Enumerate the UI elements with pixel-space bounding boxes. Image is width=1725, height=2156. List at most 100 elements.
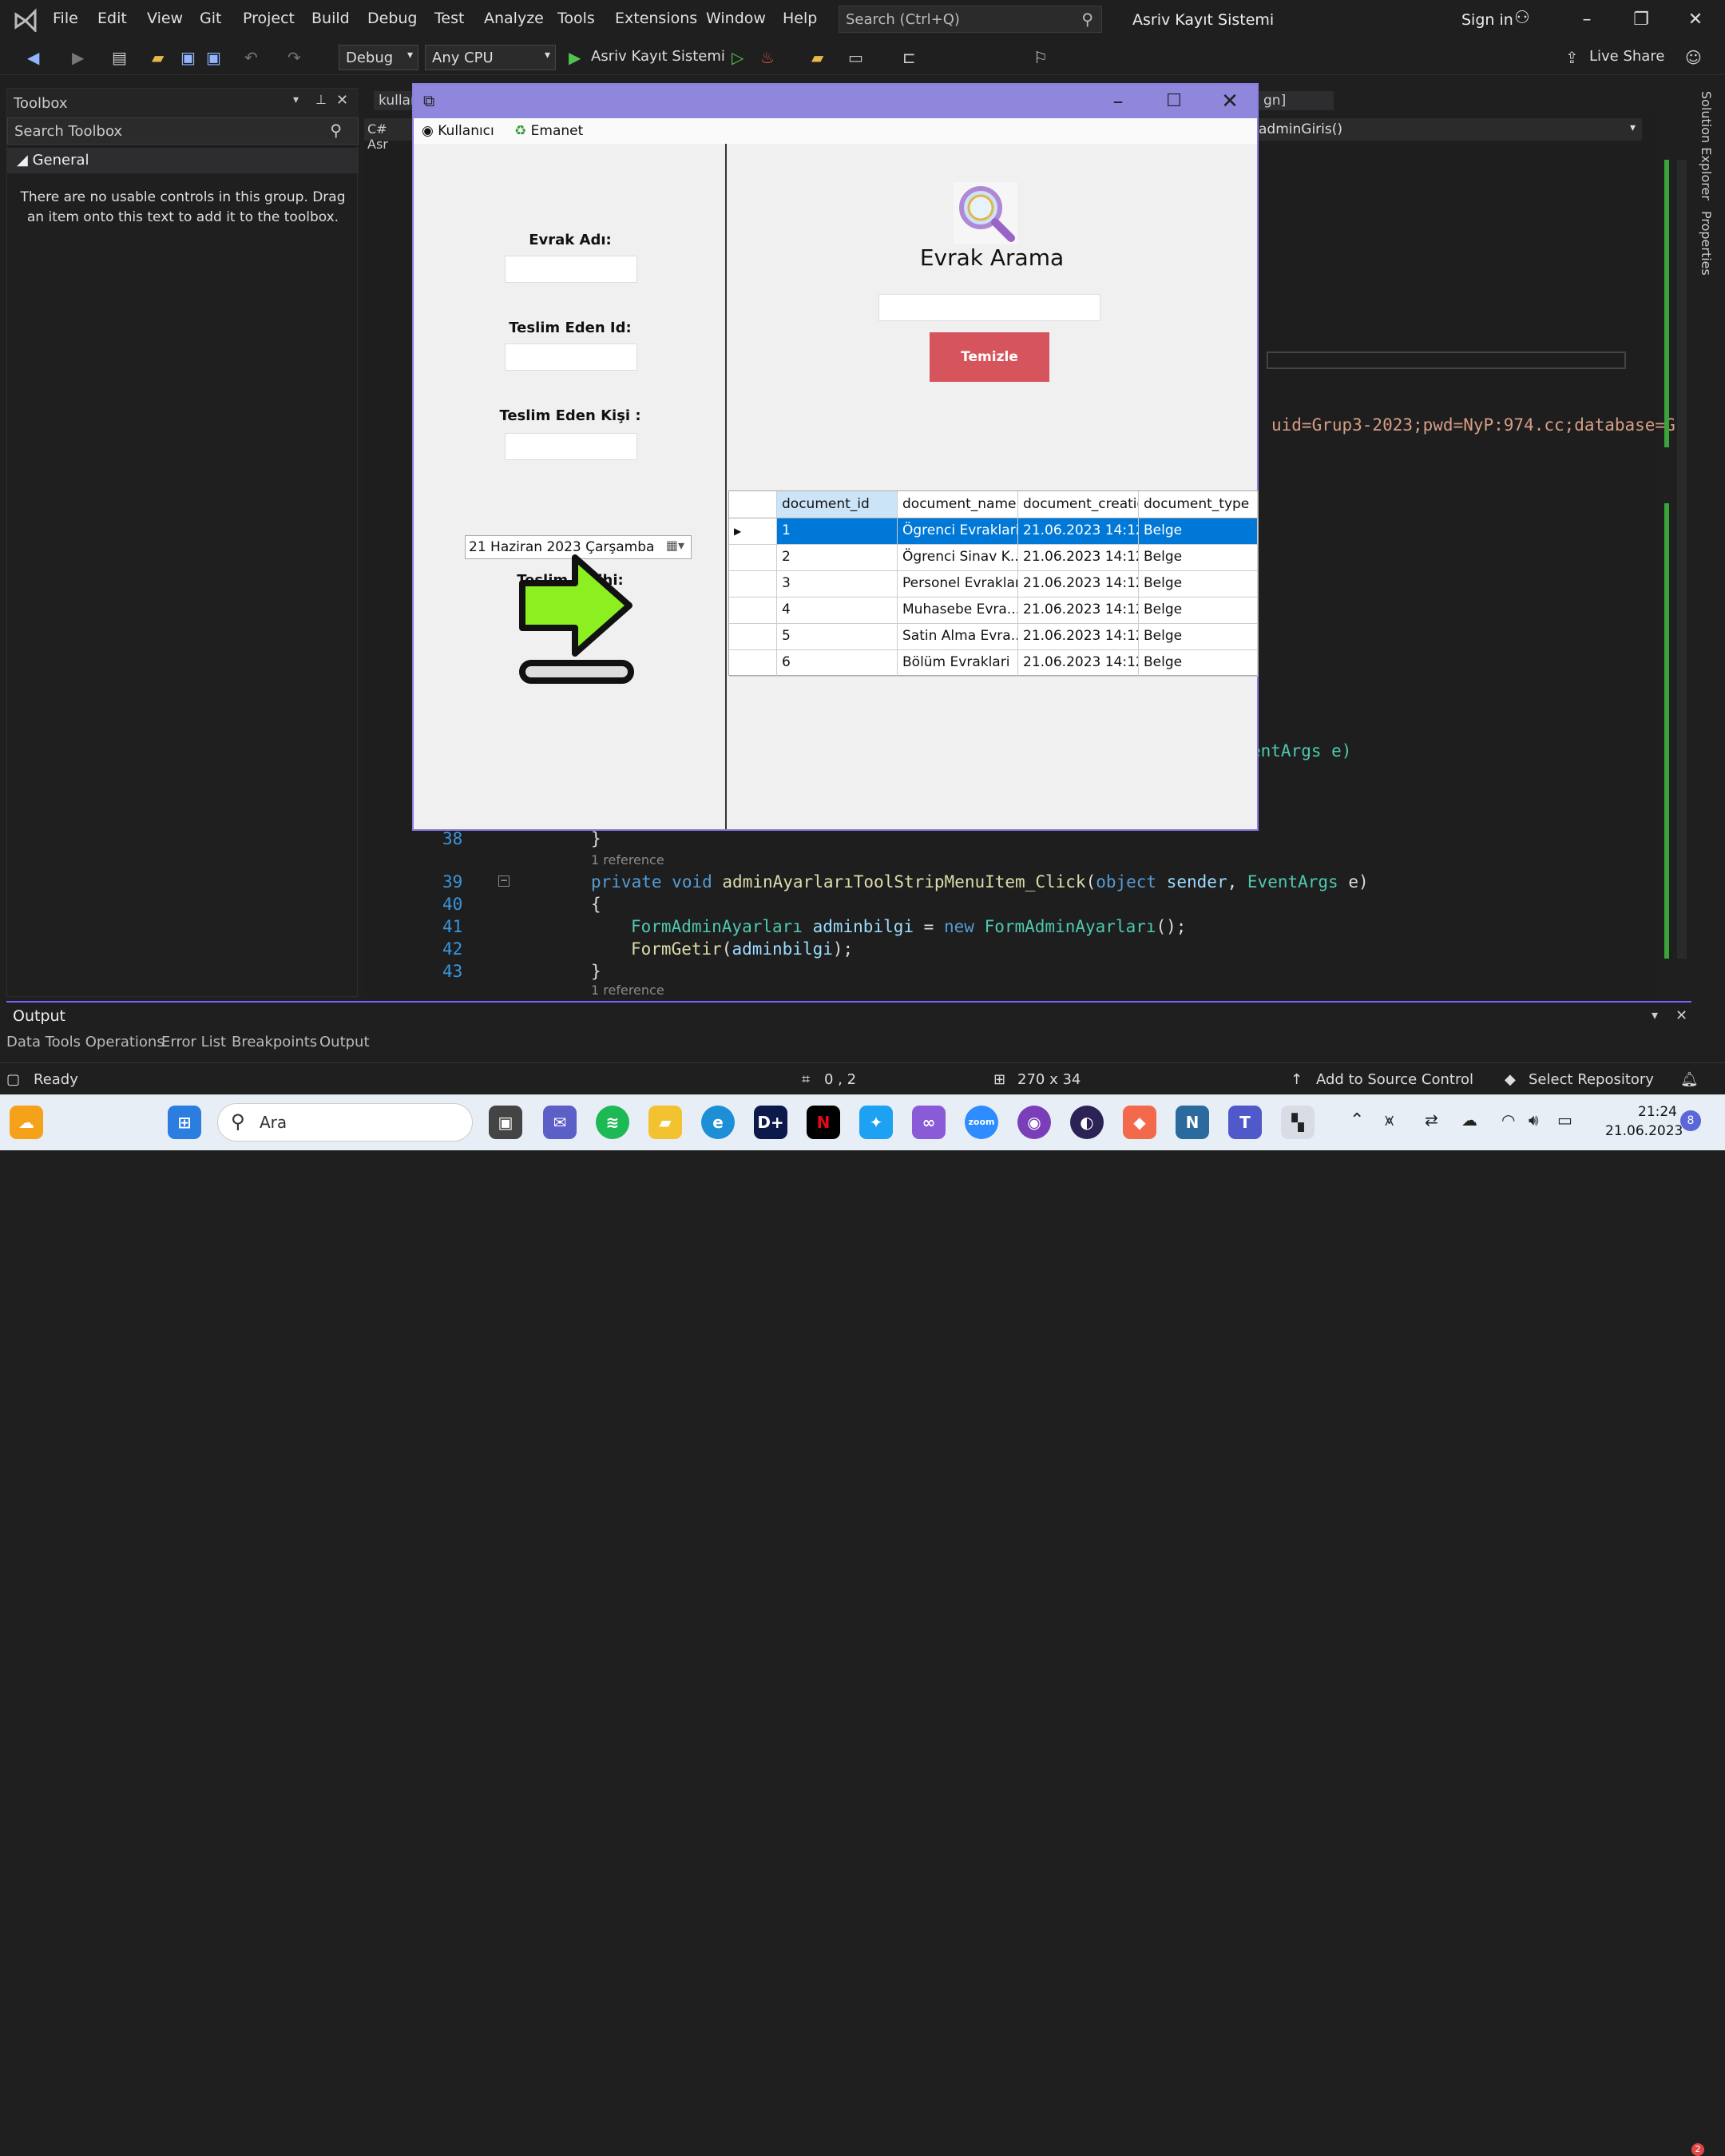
volume-icon[interactable]: 🔊︎ (1529, 1110, 1539, 1130)
edge-icon[interactable]: e (701, 1106, 735, 1139)
cell-document-name[interactable]: Satin Alma Evra... (898, 624, 1018, 650)
cell-document-creation[interactable]: 21.06.2023 14:12 (1018, 518, 1139, 545)
twitter-icon[interactable]: ✦ (859, 1106, 893, 1139)
hot-reload-icon[interactable]: ♨ (760, 48, 775, 67)
tray-app-icon[interactable]: ⩙ (1385, 1110, 1394, 1130)
menu-window[interactable]: Window (706, 10, 766, 27)
new-project-icon[interactable]: ▤ (112, 48, 127, 67)
cell-document-creation[interactable]: 21.06.2023 14:12 (1018, 650, 1139, 677)
menu-test[interactable]: Test (434, 10, 464, 27)
cell-document-creation[interactable]: 21.06.2023 14:12 (1018, 571, 1139, 598)
form-maximize-button[interactable]: ☐ (1150, 86, 1198, 117)
cell-document-name[interactable]: Ögrenci Sinav K... (898, 545, 1018, 571)
folder-icon[interactable]: ▰ (811, 48, 823, 67)
temizle-button[interactable]: Temizle (930, 332, 1049, 382)
cell-document-type[interactable]: Belge (1139, 598, 1258, 624)
add-to-source-control-button[interactable]: Add to Source Control (1316, 1071, 1473, 1088)
row-selector[interactable] (729, 571, 777, 598)
nx-icon[interactable]: N (1176, 1106, 1209, 1139)
editor-scrollbar[interactable] (1677, 160, 1687, 959)
tab-output[interactable]: Output (319, 1034, 370, 1050)
project-dropdown[interactable]: C# Asr (364, 118, 412, 152)
search-input[interactable]: Search (Ctrl+Q) ⚲ (839, 6, 1102, 33)
zoom-icon[interactable]: zoom (965, 1106, 998, 1139)
file-explorer-icon[interactable]: ▰ (648, 1106, 682, 1139)
open-folder-icon[interactable]: ▰ (152, 48, 164, 67)
start-without-debugging-icon[interactable]: ▷ (732, 48, 744, 67)
solution-explorer-tab[interactable]: Solution Explorer (1699, 91, 1714, 201)
evrak-adi-input[interactable] (505, 256, 637, 283)
teams-icon[interactable]: T (1228, 1106, 1262, 1139)
spotify-icon[interactable]: ≋ (596, 1106, 629, 1139)
menu-kullanici[interactable]: ◉ Kullanıcı (422, 123, 494, 139)
column-header[interactable]: document_creatio (1018, 491, 1139, 518)
layout-icon[interactable]: ▭ (848, 48, 863, 67)
save-all-icon[interactable]: ▣ (206, 48, 221, 67)
teslim-eden-id-input[interactable] (505, 343, 637, 371)
forward-icon[interactable]: ▶ (72, 48, 84, 67)
member-dropdown[interactable]: adminGiris() ▾ (1251, 118, 1642, 141)
row-selector[interactable] (729, 650, 777, 677)
chat-icon[interactable]: ✉ (543, 1106, 577, 1139)
close-button[interactable]: ✕ (1675, 6, 1715, 34)
cell-document-type[interactable]: Belge (1139, 624, 1258, 650)
cell-document-name[interactable]: Ögrenci Evraklari (898, 518, 1018, 545)
configuration-dropdown[interactable]: Debug ▾ (339, 45, 418, 70)
row-selector[interactable] (729, 545, 777, 571)
evrak-arama-input[interactable] (878, 294, 1100, 321)
tray-settings-icon[interactable]: ⇄ (1425, 1110, 1438, 1130)
wifi-icon[interactable]: ◠ (1501, 1110, 1515, 1130)
column-header[interactable]: document_id (777, 491, 898, 518)
battery-icon[interactable]: ▭ (1557, 1110, 1572, 1130)
menu-git[interactable]: Git (200, 10, 221, 27)
properties-tab[interactable]: Properties (1699, 211, 1714, 276)
cell-document-creation[interactable]: 21.06.2023 14:12 (1018, 545, 1139, 571)
disney-plus-icon[interactable]: D+ (754, 1106, 787, 1139)
cell-document-id[interactable]: 1 (777, 518, 898, 545)
tab-data-tools-operations[interactable]: Data Tools Operations (6, 1034, 165, 1050)
onedrive-icon[interactable]: ☁ (1461, 1110, 1477, 1130)
cell-document-type[interactable]: Belge (1139, 518, 1258, 545)
column-header[interactable]: document_type (1139, 491, 1258, 518)
tab-error-list[interactable]: Error List (161, 1034, 226, 1050)
chevron-down-icon[interactable]: ▾ (293, 93, 299, 106)
menu-debug[interactable]: Debug (367, 10, 417, 27)
submit-arrow-button[interactable] (518, 551, 637, 687)
align-icon[interactable]: ⊏ (902, 48, 916, 67)
tab-designer[interactable]: gn] (1259, 91, 1334, 110)
task-view-icon[interactable]: ▣ (489, 1106, 522, 1139)
menu-tools[interactable]: Tools (557, 10, 595, 27)
github-icon[interactable]: ◉ (1017, 1106, 1051, 1139)
select-repository-button[interactable]: Select Repository (1529, 1071, 1654, 1088)
teslim-eden-kisi-input[interactable] (505, 433, 637, 460)
documents-grid[interactable]: document_id document_name document_creat… (728, 490, 1259, 677)
sign-in-button[interactable]: Sign in (1461, 11, 1513, 29)
account-icon[interactable]: ⚇ (1514, 8, 1530, 28)
run-target-button[interactable]: Asriv Kayıt Sistemi (591, 48, 725, 65)
notifications-icon[interactable]: 🔔︎ (1680, 1071, 1699, 1088)
running-app-icon[interactable]: ▚ (1281, 1106, 1315, 1139)
menu-analyze[interactable]: Analyze (484, 10, 544, 27)
row-selector-icon[interactable]: ▶ (729, 518, 777, 545)
close-icon[interactable]: ✕ (1675, 1007, 1687, 1024)
cell-document-id[interactable]: 6 (777, 650, 898, 677)
chevron-up-icon[interactable]: ⌃ (1350, 1110, 1364, 1130)
notification-count-badge[interactable]: 8 (1680, 1110, 1701, 1131)
column-header[interactable]: document_name (898, 491, 1018, 518)
row-selector[interactable] (729, 624, 777, 650)
menu-project[interactable]: Project (243, 10, 295, 27)
code-lens-references[interactable]: 1 reference (591, 983, 664, 998)
collapse-icon[interactable]: − (498, 876, 510, 887)
netflix-icon[interactable]: N (807, 1106, 840, 1139)
cell-document-name[interactable]: Personel Evraklari (898, 571, 1018, 598)
live-share-button[interactable]: Live Share (1589, 48, 1664, 65)
restore-button[interactable]: ❐ (1621, 6, 1661, 34)
menu-build[interactable]: Build (311, 10, 350, 27)
cell-document-name[interactable]: Bölüm Evraklari (898, 650, 1018, 677)
menu-view[interactable]: View (147, 10, 183, 27)
form-close-button[interactable]: ✕ (1206, 86, 1254, 117)
cell-document-id[interactable]: 3 (777, 571, 898, 598)
clock[interactable]: 21:24 21.06.2023 (1605, 1102, 1683, 1141)
form-minimize-button[interactable]: – (1094, 86, 1142, 117)
cell-document-name[interactable]: Muhasebe Evra... (898, 598, 1018, 624)
